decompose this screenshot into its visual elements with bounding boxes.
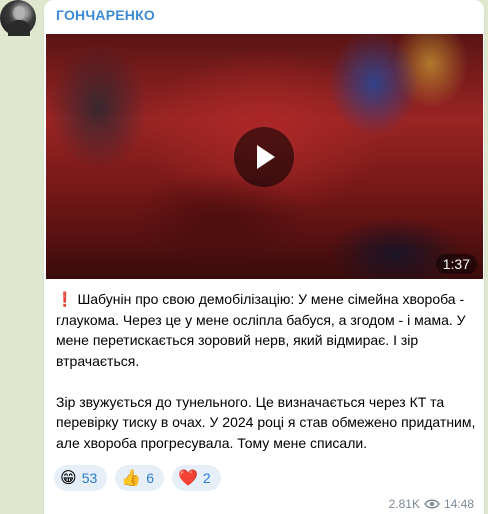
exclamation-icon: ❗: [56, 291, 74, 307]
video-duration: 1:37: [435, 254, 477, 274]
channel-avatar[interactable]: [0, 0, 36, 36]
message-meta: 2.81K 14:48: [389, 497, 474, 511]
play-icon: [257, 145, 275, 169]
reaction-count: 53: [81, 470, 98, 486]
reaction-grin[interactable]: 😁 53: [54, 465, 108, 491]
play-button[interactable]: [234, 127, 294, 187]
view-count: 2.81K: [388, 497, 420, 511]
message-time: 14:48: [443, 497, 474, 511]
reaction-thumbs-up[interactable]: 👍 6: [115, 465, 164, 491]
heart-icon: ❤️: [177, 468, 198, 487]
video-preview[interactable]: 1:37: [46, 34, 483, 279]
avatar-body: [8, 20, 30, 36]
thumbs-up-icon: 👍: [121, 468, 142, 487]
message-paragraph-1: Шабунін про свою демобілізацію: У мене с…: [56, 291, 466, 369]
reactions-bar: 😁 53 👍 6 ❤️ 2: [54, 465, 221, 491]
reaction-count: 6: [146, 470, 154, 486]
channel-name[interactable]: ГОНЧАРЕНКО: [56, 7, 155, 23]
avatar-head: [13, 6, 25, 20]
reaction-heart[interactable]: ❤️ 2: [171, 465, 221, 491]
grin-icon: 😁: [60, 468, 77, 487]
message-text: ❗ Шабунін про свою демобілізацію: У мене …: [56, 289, 476, 453]
reaction-count: 2: [202, 470, 211, 486]
eye-icon: [424, 499, 440, 509]
message-paragraph-2: Зір звужується до тунельного. Це визнача…: [56, 393, 476, 451]
message-bubble: ГОНЧАРЕНКО 1:37 ❗ Шабунін про свою демобі…: [44, 0, 484, 514]
message-paragraph: ❗ Шабунін про свою демобілізацію: У мене …: [56, 289, 476, 371]
